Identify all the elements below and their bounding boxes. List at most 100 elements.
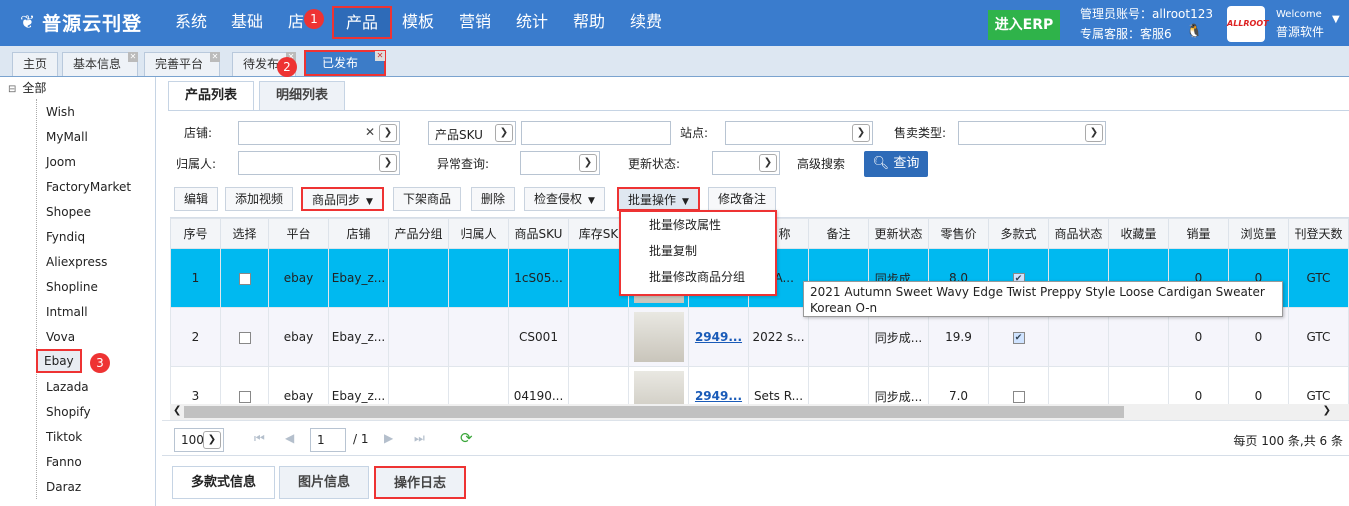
col-no[interactable]: 序号 (170, 218, 221, 249)
tab-multi-style-info[interactable]: 多款式信息 (172, 466, 276, 499)
tree-item-wish[interactable]: Wish (46, 105, 75, 119)
tab-published[interactable]: 已发布 ✕ (304, 50, 386, 76)
tree-item-joom[interactable]: Joom (46, 155, 76, 169)
tree-item-mymall[interactable]: MyMall (46, 130, 88, 144)
shop-select[interactable]: ✕ ❯ (238, 121, 400, 145)
sku-input[interactable] (521, 121, 671, 145)
chevron-down-icon[interactable]: ❯ (579, 154, 597, 172)
row-checkbox[interactable] (238, 331, 251, 344)
collapse-icon[interactable]: ⊟ (8, 84, 16, 95)
sale-type-select[interactable]: ❯ (958, 121, 1106, 145)
menu-system[interactable]: 系统 (175, 0, 207, 46)
tree-item-shopify[interactable]: Shopify (46, 405, 91, 419)
app-logo[interactable]: ❦ 普源云刊登 (20, 9, 142, 36)
chevron-down-icon[interactable]: ▼ (1332, 14, 1340, 25)
menu-template[interactable]: 模板 (402, 0, 434, 46)
tab-product-list[interactable]: 产品列表 (168, 81, 255, 111)
col-group[interactable]: 产品分组 (388, 218, 449, 249)
tab-detail-list[interactable]: 明细列表 (259, 81, 346, 111)
tree-item-shopee[interactable]: Shopee (46, 205, 91, 219)
tree-item-shopline[interactable]: Shopline (46, 280, 98, 294)
last-page-icon[interactable]: ⏭ (414, 431, 425, 446)
col-price[interactable]: 零售价 (928, 218, 989, 249)
col-days[interactable]: 刊登天数 (1288, 218, 1349, 249)
prev-page-icon[interactable]: ◀ (285, 431, 294, 445)
edit-button[interactable]: 编辑 (174, 187, 219, 211)
abnormal-select[interactable]: ❯ (520, 151, 600, 175)
item-id-link[interactable]: 2949... (695, 389, 742, 403)
chevron-down-icon[interactable]: ❯ (379, 154, 397, 172)
menu-batch-edit-group[interactable]: 批量修改商品分组 (621, 264, 775, 290)
col-platform[interactable]: 平台 (268, 218, 329, 249)
chevron-down-icon[interactable]: ❯ (1085, 124, 1103, 142)
tree-item-ebay[interactable]: Ebay (36, 349, 82, 373)
close-icon[interactable]: ✕ (210, 52, 221, 62)
menu-batch-edit-attributes[interactable]: 批量修改属性 (621, 212, 775, 238)
user-name[interactable]: 普源软件 (1276, 23, 1324, 40)
scroll-thumb[interactable] (184, 406, 1124, 418)
sync-product-button[interactable]: 商品同步 ▼ (301, 187, 384, 211)
col-multi-style[interactable]: 多款式 (988, 218, 1049, 249)
add-video-button[interactable]: 添加视频 (225, 187, 294, 211)
tree-root[interactable]: ⊟ 全部 (8, 79, 46, 96)
owner-select[interactable]: ❯ (238, 151, 400, 175)
menu-basic[interactable]: 基础 (231, 0, 263, 46)
menu-batch-copy[interactable]: 批量复制 (621, 238, 775, 264)
col-favorites[interactable]: 收藏量 (1108, 218, 1169, 249)
col-update-status[interactable]: 更新状态 (868, 218, 929, 249)
chevron-down-icon[interactable]: ❯ (203, 431, 221, 449)
sku-type-select[interactable]: 产品SKU ❯ (428, 121, 516, 145)
tree-item-tiktok[interactable]: Tiktok (46, 430, 82, 444)
menu-shop[interactable]: 店 (288, 0, 304, 46)
qq-icon[interactable]: 🐧 (1186, 24, 1202, 39)
tree-item-fanno[interactable]: Fanno (46, 455, 82, 469)
horizontal-scrollbar[interactable]: ❮ ❯ (170, 404, 1349, 420)
col-shop[interactable]: 店铺 (328, 218, 389, 249)
tree-item-lazada[interactable]: Lazada (46, 380, 89, 394)
refresh-icon[interactable]: ⟳ (460, 429, 473, 447)
col-sales[interactable]: 销量 (1168, 218, 1229, 249)
check-infringement-button[interactable]: 检查侵权 ▼ (524, 187, 605, 211)
tree-item-aliexpress[interactable]: Aliexpress (46, 255, 107, 269)
enter-erp-button[interactable]: 进入ERP (988, 10, 1060, 40)
col-remark[interactable]: 备注 (808, 218, 869, 249)
tree-item-daraz[interactable]: Daraz (46, 480, 81, 494)
offline-product-button[interactable]: 下架商品 (393, 187, 462, 211)
close-icon[interactable]: ✕ (128, 52, 139, 62)
menu-marketing[interactable]: 营销 (459, 0, 491, 46)
tree-item-intmall[interactable]: Intmall (46, 305, 88, 319)
scroll-right-icon[interactable]: ❯ (1323, 405, 1331, 416)
row-checkbox[interactable] (238, 272, 251, 285)
product-thumbnail[interactable] (633, 371, 684, 404)
update-status-select[interactable]: ❯ (712, 151, 780, 175)
item-id-link[interactable]: 2949... (695, 330, 742, 344)
menu-stats[interactable]: 统计 (516, 0, 548, 46)
tab-basic-info[interactable]: 基本信息 ✕ (62, 52, 139, 76)
close-icon[interactable]: ✕ (375, 51, 385, 61)
delete-button[interactable]: 删除 (471, 187, 516, 211)
tab-image-info[interactable]: 图片信息 (279, 466, 370, 499)
table-row[interactable]: 3 ebay Ebay_z... 04190... 2949... Sets R… (170, 366, 1349, 404)
page-input[interactable]: 1 (310, 428, 346, 452)
tab-operation-log[interactable]: 操作日志 (374, 466, 467, 499)
product-thumbnail[interactable] (633, 312, 684, 362)
edit-remark-button[interactable]: 修改备注 (708, 187, 777, 211)
tree-item-factorymarket[interactable]: FactoryMarket (46, 180, 131, 194)
first-page-icon[interactable]: ⏮ (254, 431, 265, 446)
menu-help[interactable]: 帮助 (573, 0, 605, 46)
col-views[interactable]: 浏览量 (1228, 218, 1289, 249)
menu-renew[interactable]: 续费 (630, 0, 662, 46)
col-owner[interactable]: 归属人 (448, 218, 509, 249)
chevron-down-icon[interactable]: ❯ (495, 124, 513, 142)
chevron-down-icon[interactable]: ❯ (852, 124, 870, 142)
row-checkbox[interactable] (238, 390, 251, 403)
advanced-search-link[interactable]: 高级搜索 (797, 155, 845, 172)
scroll-left-icon[interactable]: ❮ (173, 405, 181, 416)
site-select[interactable]: ❯ (725, 121, 873, 145)
chevron-down-icon[interactable]: ❯ (759, 154, 777, 172)
tree-item-vova[interactable]: Vova (46, 330, 75, 344)
chevron-down-icon[interactable]: ❯ (379, 124, 397, 142)
tree-item-fyndiq[interactable]: Fyndiq (46, 230, 85, 244)
col-product-status[interactable]: 商品状态 (1048, 218, 1109, 249)
page-size-select[interactable]: 100 ❯ (174, 428, 224, 452)
